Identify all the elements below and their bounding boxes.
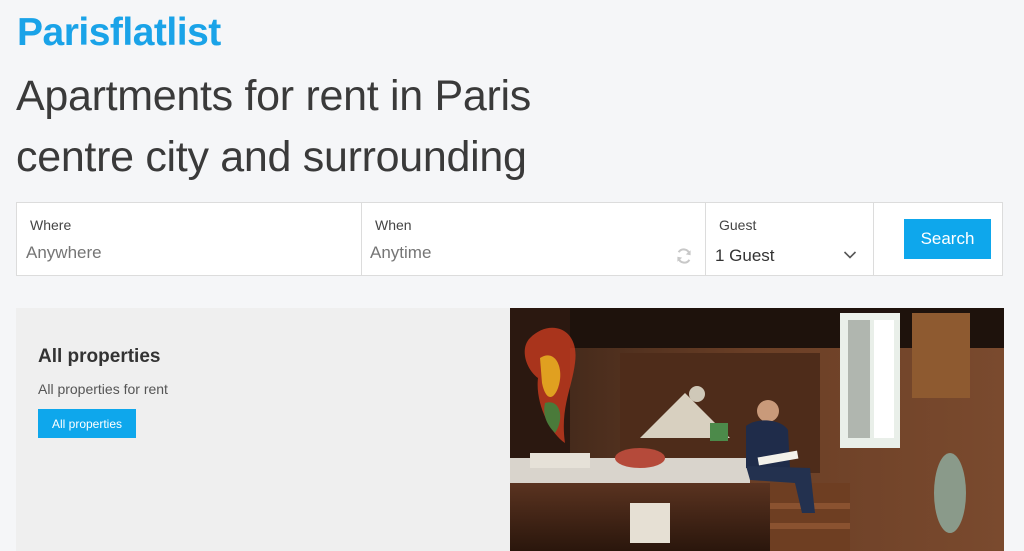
refresh-icon[interactable] bbox=[675, 247, 693, 265]
where-field[interactable]: Where bbox=[17, 203, 362, 275]
search-button[interactable]: Search bbox=[904, 219, 991, 259]
chevron-down-icon[interactable] bbox=[843, 250, 857, 260]
search-bar: Where When Guest 1 Guest Search bbox=[16, 202, 1003, 276]
where-input[interactable] bbox=[26, 243, 326, 263]
apartment-photo-illustration bbox=[510, 308, 1004, 551]
guest-select[interactable]: Guest 1 Guest bbox=[706, 203, 874, 275]
when-input[interactable] bbox=[370, 243, 670, 263]
guest-label: Guest bbox=[719, 217, 757, 233]
card-title: All properties bbox=[38, 346, 161, 367]
apartment-photo bbox=[510, 308, 1004, 551]
all-properties-card: All properties All properties for rent A… bbox=[16, 308, 510, 551]
all-properties-button[interactable]: All properties bbox=[38, 409, 136, 438]
site-logo[interactable]: Parisflatlist bbox=[17, 10, 221, 56]
when-field[interactable]: When bbox=[362, 203, 706, 275]
page-title: Apartments for rent in Paris centre city… bbox=[16, 66, 636, 188]
search-button-cell: Search bbox=[874, 203, 1002, 275]
where-label: Where bbox=[30, 217, 72, 233]
when-label: When bbox=[375, 217, 412, 233]
guest-value[interactable]: 1 Guest bbox=[715, 246, 775, 266]
page-title-line-2: centre city and surrounding bbox=[16, 133, 527, 181]
card-subtitle: All properties for rent bbox=[38, 381, 168, 397]
page-title-line-1: Apartments for rent in Paris bbox=[16, 72, 531, 120]
